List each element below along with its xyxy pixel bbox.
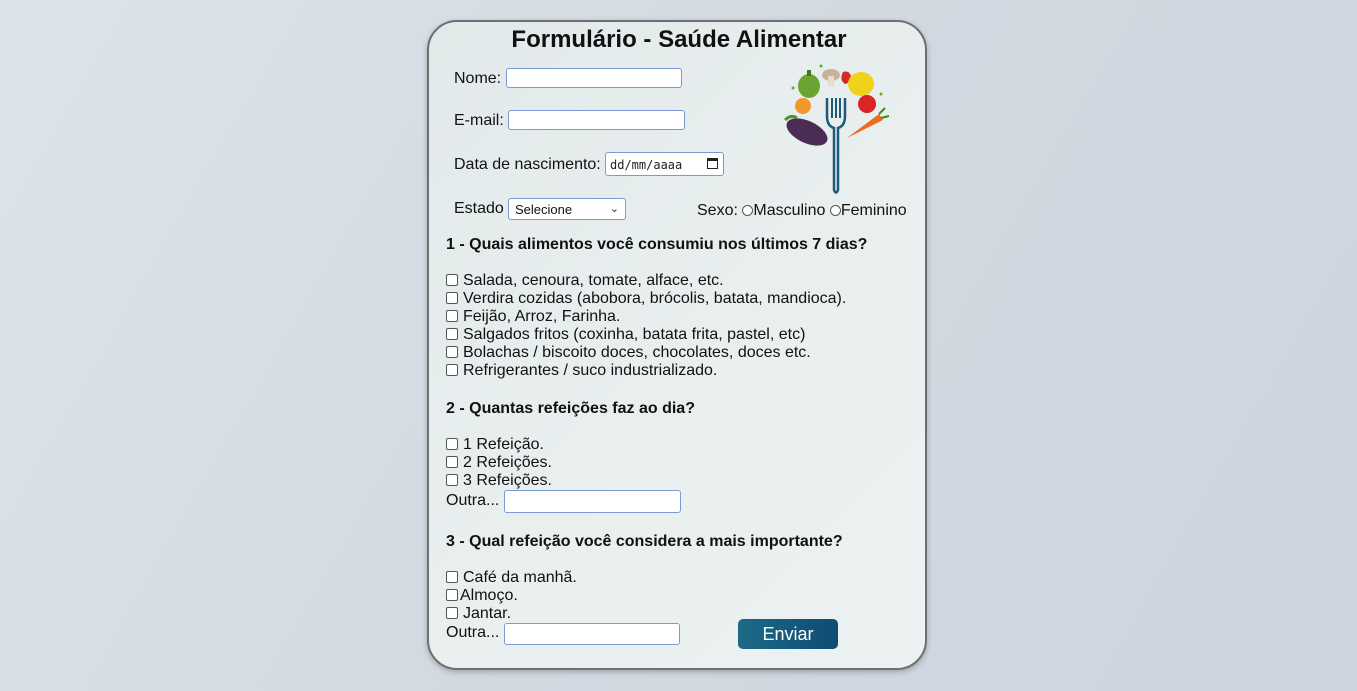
q1-option-5[interactable]: Bolachas / biscoito doces, chocolates, d…	[446, 344, 811, 362]
birth-date-input[interactable]: dd/mm/aaaa	[605, 152, 724, 176]
q1-option-4[interactable]: Salgados fritos (coxinha, batata frita, …	[446, 326, 805, 344]
q2-checkbox-2[interactable]	[446, 456, 458, 468]
q1-option-2-label: Verdira cozidas (abobora, brócolis, bata…	[463, 290, 847, 307]
question-1-title: 1 - Quais alimentos você consumiu nos úl…	[446, 236, 868, 253]
sex-label: Sexo:	[697, 202, 738, 219]
birth-label: Data de nascimento:	[454, 156, 601, 173]
question-3-title: 3 - Qual refeição você considera a mais …	[446, 533, 843, 550]
email-input[interactable]	[508, 110, 685, 130]
q2-option-3-label: 3 Refeições.	[463, 472, 552, 489]
radio-feminino[interactable]	[829, 205, 841, 216]
email-label: E-mail:	[454, 112, 504, 129]
question-2-title: 2 - Quantas refeições faz ao dia?	[446, 400, 695, 417]
q2-other-label: Outra...	[446, 492, 500, 509]
name-input[interactable]	[506, 68, 682, 88]
q3-other-label: Outra...	[446, 624, 500, 641]
q3-option-1-label: Café da manhã.	[463, 569, 577, 586]
q3-option-1[interactable]: Café da manhã.	[446, 569, 577, 587]
state-label: Estado	[454, 200, 504, 217]
q3-option-3[interactable]: Jantar.	[446, 605, 511, 623]
q2-other-input[interactable]	[504, 490, 681, 513]
q1-option-6-label: Refrigerantes / suco industrializado.	[463, 362, 718, 379]
state-selected-value: Selecione	[515, 202, 573, 217]
state-select[interactable]: Selecione ⌄	[508, 198, 626, 220]
q3-checkbox-1[interactable]	[446, 571, 458, 583]
q1-checkbox-6[interactable]	[446, 364, 458, 376]
q1-option-1-label: Salada, cenoura, tomate, alface, etc.	[463, 272, 724, 289]
q1-option-2[interactable]: Verdira cozidas (abobora, brócolis, bata…	[446, 290, 846, 308]
submit-button[interactable]: Enviar	[738, 619, 838, 649]
q1-checkbox-4[interactable]	[446, 328, 458, 340]
q1-checkbox-5[interactable]	[446, 346, 458, 358]
q1-option-5-label: Bolachas / biscoito doces, chocolates, d…	[463, 344, 811, 361]
q3-option-2[interactable]: Almoço.	[446, 587, 518, 605]
q1-checkbox-2[interactable]	[446, 292, 458, 304]
birth-date-placeholder: dd/mm/aaaa	[610, 158, 683, 172]
q1-option-3[interactable]: Feijão, Arroz, Farinha.	[446, 308, 620, 326]
q3-option-2-label: Almoço.	[460, 587, 518, 604]
q2-option-2[interactable]: 2 Refeições.	[446, 454, 552, 472]
chevron-down-icon: ⌄	[609, 203, 619, 215]
q1-option-3-label: Feijão, Arroz, Farinha.	[463, 308, 621, 325]
q3-option-3-label: Jantar.	[463, 605, 512, 622]
form-card: Formulário - Saúde Alimentar Nome: E-mai…	[427, 20, 927, 670]
q2-checkbox-1[interactable]	[446, 438, 458, 450]
radio-masculino[interactable]	[742, 205, 754, 216]
vegetables-fork-logo	[783, 64, 890, 194]
q1-option-4-label: Salgados fritos (coxinha, batata frita, …	[463, 326, 806, 343]
radio-feminino-label: Feminino	[840, 202, 907, 219]
q3-checkbox-2[interactable]	[446, 589, 458, 601]
sex-field: Sexo: Masculino Feminino	[697, 202, 907, 220]
q2-option-1[interactable]: 1 Refeição.	[446, 436, 544, 454]
q1-checkbox-3[interactable]	[446, 310, 458, 322]
radio-masculino-label: Masculino	[753, 202, 826, 219]
q2-option-3[interactable]: 3 Refeições.	[446, 472, 552, 490]
q2-option-2-label: 2 Refeições.	[463, 454, 552, 471]
q1-option-6[interactable]: Refrigerantes / suco industrializado.	[446, 362, 717, 380]
calendar-icon[interactable]	[707, 158, 718, 169]
q1-option-1[interactable]: Salada, cenoura, tomate, alface, etc.	[446, 272, 724, 290]
q3-other-input[interactable]	[504, 623, 680, 645]
name-label: Nome:	[454, 70, 502, 87]
q1-checkbox-1[interactable]	[446, 274, 458, 286]
q2-option-1-label: 1 Refeição.	[463, 436, 544, 453]
form-title: Formulário - Saúde Alimentar	[511, 26, 847, 53]
q2-checkbox-3[interactable]	[446, 474, 458, 486]
q3-checkbox-3[interactable]	[446, 607, 458, 619]
